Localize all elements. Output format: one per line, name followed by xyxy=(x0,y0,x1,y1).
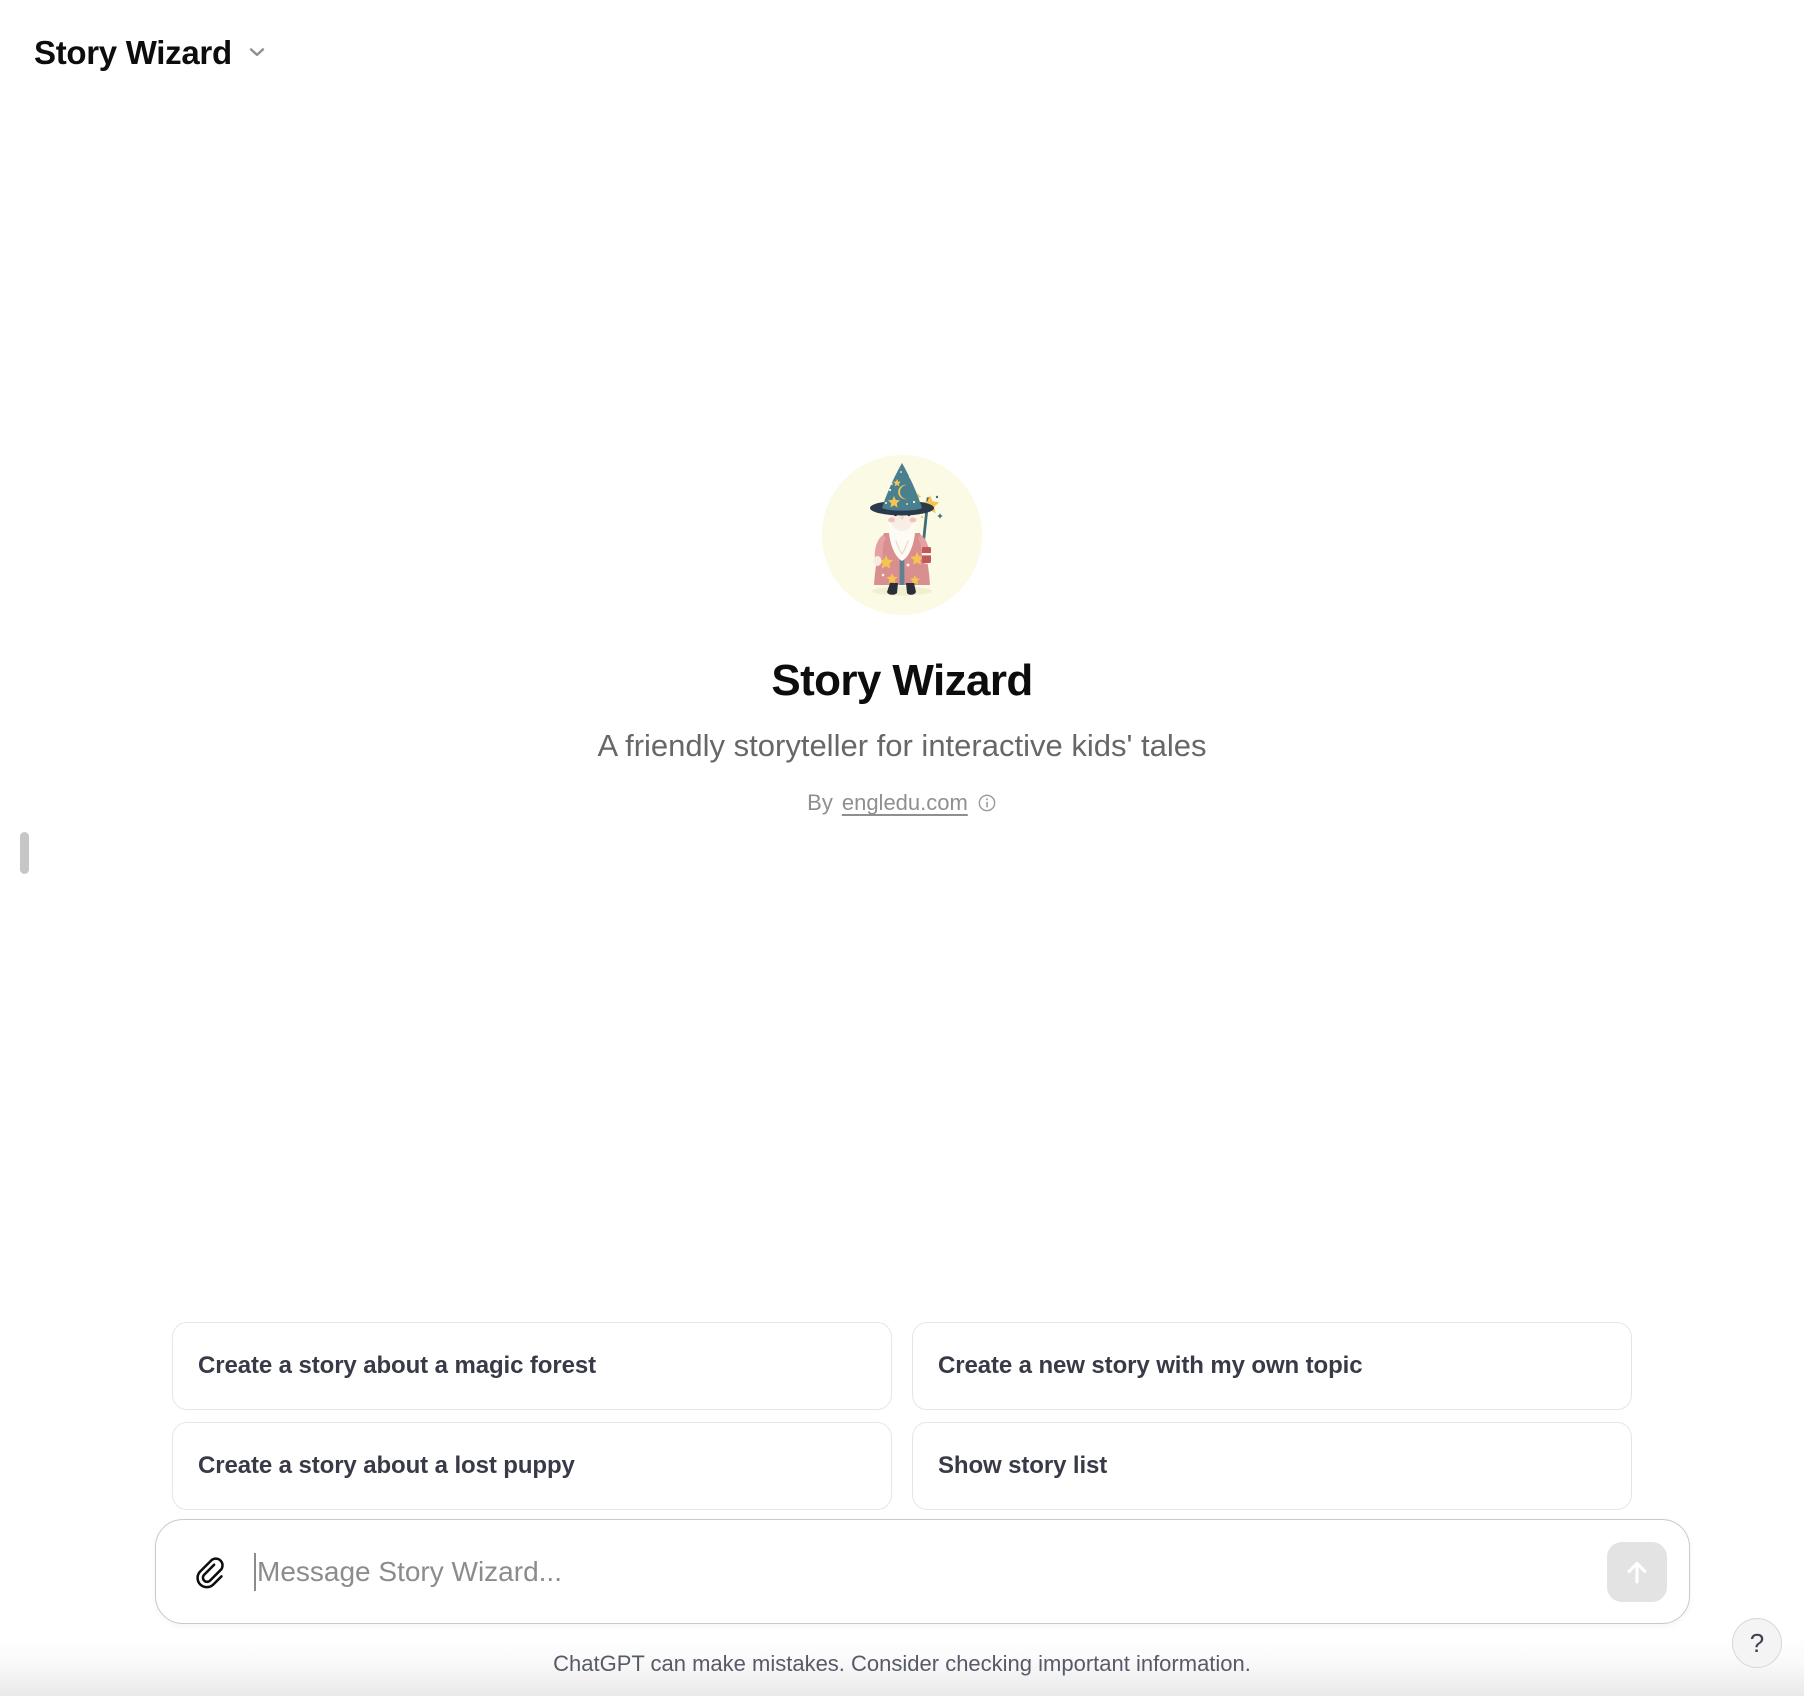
page-title: Story Wizard xyxy=(771,656,1033,705)
page-subtitle: A friendly storyteller for interactive k… xyxy=(597,728,1207,764)
byline-prefix: By xyxy=(807,790,833,816)
top-bar-title: Story Wizard xyxy=(34,33,232,71)
page-scrollbar-thumb[interactable] xyxy=(20,832,29,874)
footer-bar: ChatGPT can make mistakes. Consider chec… xyxy=(0,1638,1804,1696)
top-bar: Story Wizard xyxy=(0,0,1804,104)
arrow-up-icon xyxy=(1620,1555,1654,1589)
send-button[interactable] xyxy=(1607,1541,1667,1602)
byline: By engledu.com xyxy=(807,790,997,816)
info-circle-icon[interactable] xyxy=(977,793,997,813)
message-composer[interactable] xyxy=(155,1519,1690,1624)
disclaimer-text: ChatGPT can make mistakes. Consider chec… xyxy=(553,1650,1251,1676)
gpt-switcher-button[interactable]: Story Wizard xyxy=(32,30,278,75)
message-input[interactable] xyxy=(257,1520,1607,1623)
wizard-avatar xyxy=(822,455,982,615)
byline-author-link[interactable]: engledu.com xyxy=(842,790,968,816)
main-content: Story Wizard A friendly storyteller for … xyxy=(0,104,1804,1696)
text-cursor xyxy=(254,1552,256,1591)
composer-area xyxy=(155,1519,1690,1624)
help-button[interactable]: ? xyxy=(1732,1618,1782,1668)
suggestion-show-story-list[interactable]: Show story list xyxy=(912,1422,1632,1510)
chevron-down-icon[interactable] xyxy=(246,41,268,63)
suggestion-magic-forest[interactable]: Create a story about a magic forest xyxy=(172,1322,892,1410)
suggestion-grid: Create a story about a magic forest Crea… xyxy=(172,1322,1632,1510)
gpt-intro-section: Story Wizard A friendly storyteller for … xyxy=(0,455,1804,817)
composer-input-wrap[interactable] xyxy=(254,1520,1607,1623)
paperclip-icon xyxy=(194,1555,228,1589)
suggestion-own-topic[interactable]: Create a new story with my own topic xyxy=(912,1322,1632,1410)
suggestion-lost-puppy[interactable]: Create a story about a lost puppy xyxy=(172,1422,892,1510)
attach-file-button[interactable] xyxy=(188,1549,234,1595)
